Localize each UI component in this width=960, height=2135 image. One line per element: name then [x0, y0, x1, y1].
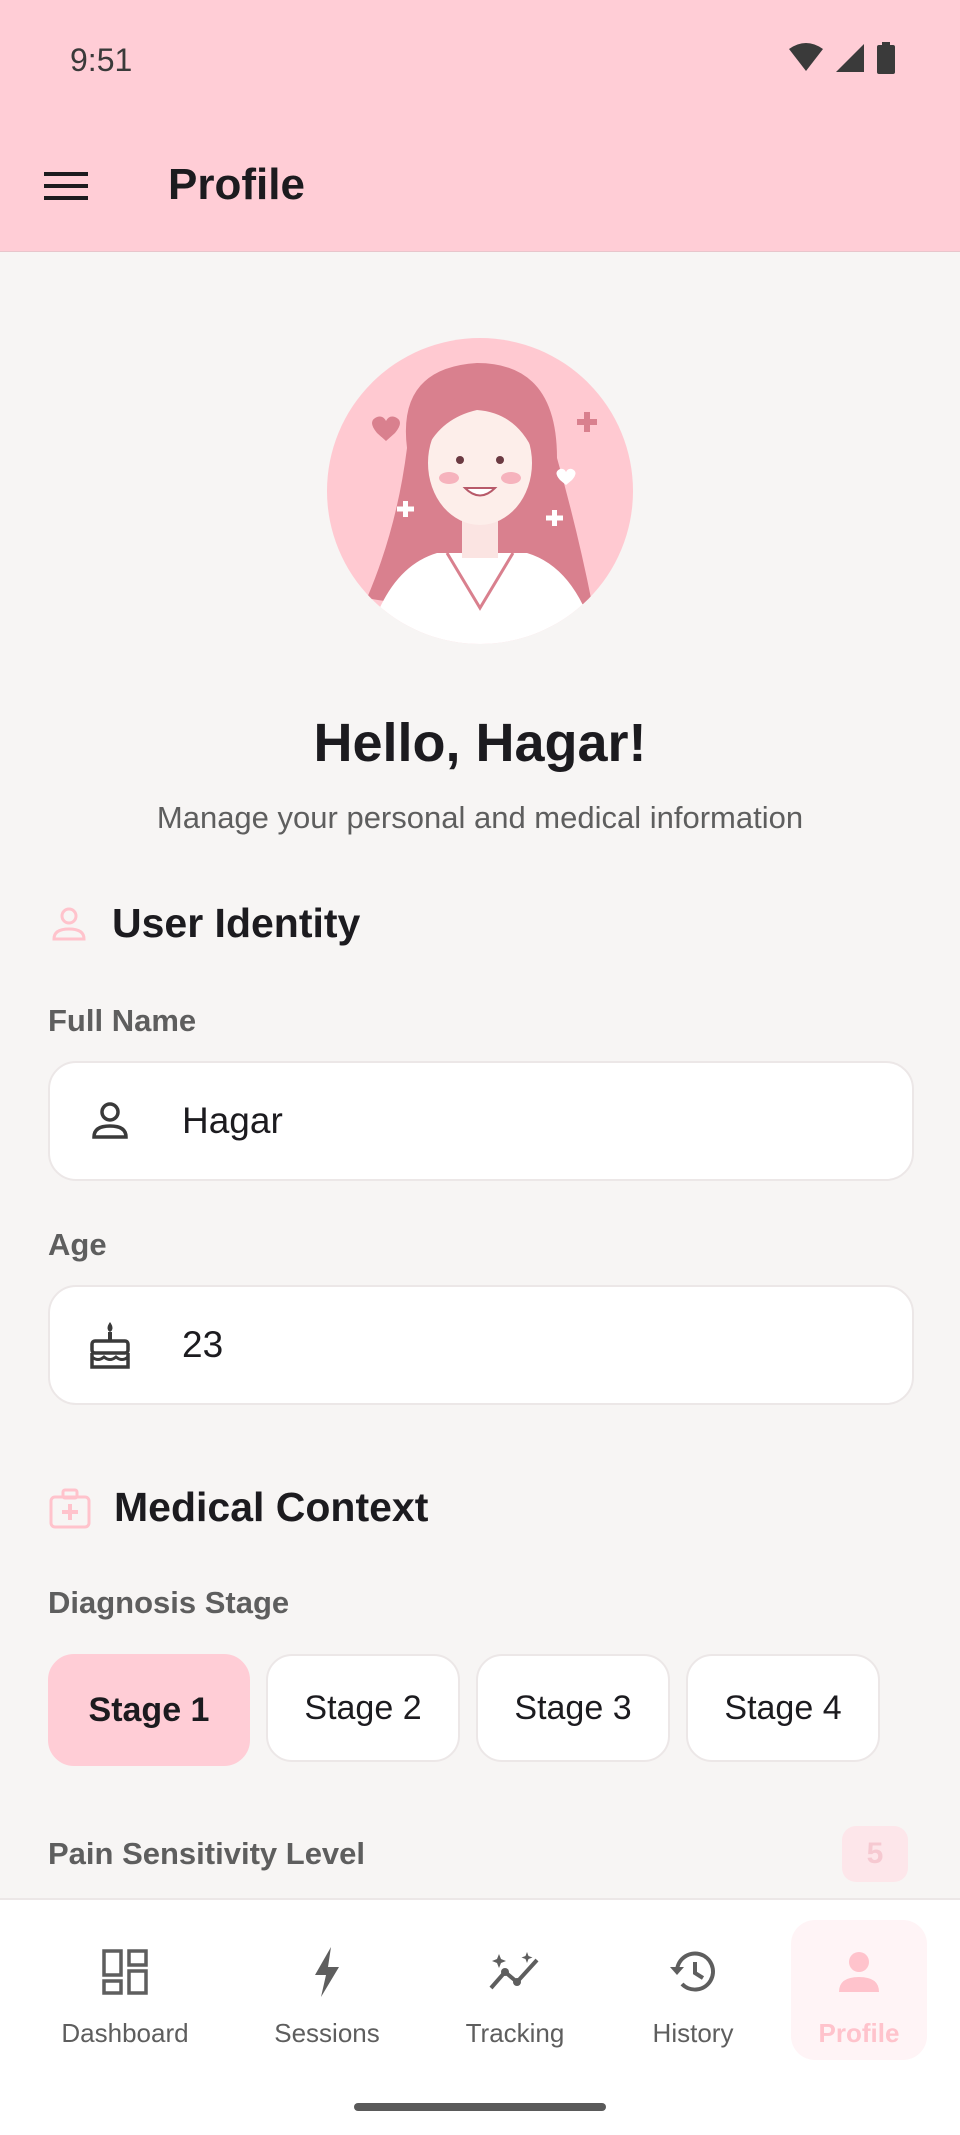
page-title: Profile	[168, 160, 305, 209]
wifi-icon	[789, 43, 823, 71]
history-icon	[663, 1942, 723, 2002]
age-field[interactable]: 23	[48, 1285, 914, 1405]
nav-history[interactable]: History	[618, 1920, 768, 2060]
status-bar: 9:51	[0, 0, 960, 120]
full-name-label: Full Name	[48, 1003, 197, 1038]
full-name-field[interactable]: Hagar	[48, 1061, 914, 1181]
medical-kit-icon	[49, 1488, 91, 1528]
nav-dashboard[interactable]: Dashboard	[50, 1920, 200, 2060]
medical-section-header: Medical Context	[48, 1484, 428, 1531]
nav-tracking-label: Tracking	[465, 2018, 565, 2048]
nav-profile[interactable]: Profile	[791, 1920, 927, 2060]
medical-section-title: Medical Context	[114, 1484, 429, 1530]
identity-section-header: User Identity	[48, 900, 360, 947]
stage-chip-2[interactable]: Stage 2	[266, 1654, 460, 1762]
cake-icon	[80, 1315, 140, 1375]
pain-sensitivity-label: Pain Sensitivity Level	[48, 1836, 366, 1871]
stage-chip-1[interactable]: Stage 1	[48, 1654, 250, 1766]
nav-profile-label: Profile	[818, 2018, 900, 2048]
person-icon	[80, 1091, 140, 1151]
battery-icon	[877, 42, 895, 74]
bolt-icon	[297, 1942, 357, 2002]
stage-chip-3[interactable]: Stage 3	[476, 1654, 670, 1762]
full-name-value: Hagar	[182, 1100, 283, 1141]
tracking-icon	[485, 1942, 545, 2002]
menu-button[interactable]	[36, 156, 96, 216]
nav-sessions-label: Sessions	[274, 2018, 380, 2048]
nav-tracking[interactable]: Tracking	[440, 1920, 590, 2060]
home-indicator[interactable]	[354, 2103, 606, 2111]
stage-chip-group: Stage 1 Stage 2 Stage 3 Stage 4	[48, 1654, 880, 1766]
greeting-title: Hello, Hagar!	[313, 713, 647, 773]
app-bar: Profile	[0, 120, 960, 252]
stage-chip-4[interactable]: Stage 4	[686, 1654, 880, 1762]
identity-section-title: User Identity	[112, 900, 361, 946]
avatar-illustration	[367, 363, 597, 644]
dashboard-icon	[95, 1942, 155, 2002]
status-time: 9:51	[70, 42, 133, 78]
diagnosis-stage-label: Diagnosis Stage	[48, 1585, 290, 1620]
pain-level-badge: 5	[842, 1826, 908, 1882]
bottom-navigation: Dashboard Sessions Tracking History Prof…	[0, 1898, 960, 2135]
person-icon	[829, 1942, 889, 2002]
nav-dashboard-label: Dashboard	[61, 2018, 189, 2048]
age-value: 23	[182, 1324, 224, 1365]
greeting-subtitle: Manage your personal and medical informa…	[156, 800, 804, 835]
avatar	[327, 338, 633, 644]
nav-history-label: History	[652, 2018, 734, 2048]
status-icons	[788, 42, 896, 74]
age-label: Age	[48, 1227, 107, 1262]
person-outline-icon	[52, 907, 86, 940]
menu-icon	[44, 172, 88, 200]
nav-sessions[interactable]: Sessions	[252, 1920, 402, 2060]
signal-icon	[836, 44, 864, 72]
